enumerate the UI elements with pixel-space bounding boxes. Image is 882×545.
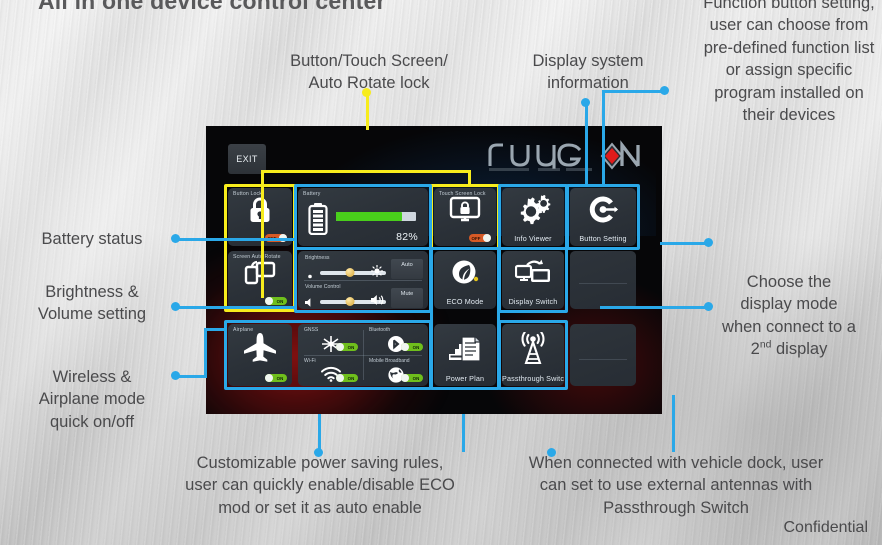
- page-title: All in one device control center: [38, 0, 386, 14]
- callout-passthrough: When connected with vehicle dock, user c…: [490, 452, 862, 519]
- connector-passthrough-v2: [672, 395, 675, 452]
- connector-fn-right-dot: [704, 238, 713, 247]
- connector-info-dot: [581, 98, 590, 107]
- ruggon-logo: [486, 140, 648, 172]
- highlight-wireless: [224, 320, 432, 390]
- connector-wireless-h2: [204, 328, 226, 331]
- highlight-touch-lock: [430, 184, 500, 250]
- callout-line: When connected with vehicle dock, user: [528, 454, 824, 472]
- connector-eco-dot: [314, 448, 323, 457]
- connector-lock-dot: [362, 88, 371, 97]
- highlight-passthrough: [498, 320, 568, 390]
- highlight-display-switch: [498, 247, 568, 313]
- connector-display-mode-dot: [704, 302, 713, 311]
- callout-line: Passthrough Switch: [603, 498, 749, 517]
- callout-line: Display system: [532, 52, 644, 70]
- connector-fn-right: [660, 242, 708, 245]
- connector-brightness-dot: [171, 302, 180, 311]
- highlight-lock-group: [224, 184, 296, 312]
- callout-line: Wireless &: [52, 368, 132, 386]
- callout-line: user can quickly enable/disable ECO: [185, 476, 455, 495]
- display-mode-ordinal-word: display: [771, 340, 828, 359]
- callout-line: display mode: [740, 295, 838, 314]
- callout-line: when connect to a: [722, 317, 856, 336]
- connector-info-stem: [585, 102, 588, 186]
- empty-slot-divider: [579, 283, 627, 285]
- connector-passthrough-dot: [547, 448, 556, 457]
- callout-brightness-volume: Brightness & Volume setting: [10, 281, 174, 326]
- connector-fn-dot: [660, 86, 669, 95]
- tile-empty-slot-1[interactable]: [570, 251, 636, 309]
- callout-battery-status: Battery status: [41, 230, 143, 248]
- callout-line: Volume setting: [37, 305, 147, 324]
- callout-display-system-information: Display system information: [500, 50, 676, 95]
- device-header: EXIT: [206, 126, 662, 184]
- connector-eco-v: [318, 414, 321, 452]
- callout-line: Button/Touch Screen/: [290, 52, 448, 70]
- callout-line: quick on/off: [49, 412, 135, 431]
- connector-display-mode: [600, 306, 708, 309]
- connector-wireless-dot: [171, 371, 180, 380]
- callout-line: can set to use external antennas with: [539, 476, 813, 495]
- highlight-info-viewer: [498, 184, 568, 250]
- display-mode-ordinal-number: 2: [750, 340, 760, 359]
- connector-passthrough-v1: [462, 414, 465, 452]
- callout-display-mode: Choose the display mode when connect to …: [700, 271, 878, 361]
- highlight-eco-power: [430, 247, 500, 390]
- connector-fn-h1: [602, 90, 664, 93]
- highlight-battery: [294, 184, 432, 250]
- connector-lock-left: [261, 170, 264, 298]
- confidential-marker: Confidential: [783, 519, 869, 536]
- callout-line: 2nd display: [700, 338, 878, 360]
- callout-line: Choose the: [746, 273, 832, 291]
- callout-function-button-setting: Function button setting, user can choose…: [703, 0, 875, 125]
- callout-eco-power-saving: Customizable power saving rules, user ca…: [155, 452, 485, 519]
- connector-lock-top: [261, 170, 471, 173]
- connector-lock-right: [468, 170, 471, 186]
- callout-wireless-airplane: Wireless & Airplane mode quick on/off: [10, 366, 174, 433]
- connector-brightness: [175, 306, 295, 309]
- callout-line: Brightness &: [45, 283, 139, 301]
- connector-battery: [175, 238, 295, 241]
- connector-fn-v: [602, 90, 605, 186]
- display-mode-ordinal-suffix: nd: [759, 339, 772, 351]
- tile-empty-slot-2[interactable]: [570, 324, 636, 386]
- connector-wireless-v: [204, 328, 207, 378]
- empty-slot-divider: [579, 358, 627, 360]
- connector-battery-dot: [171, 234, 180, 243]
- highlight-sliders: [294, 247, 432, 313]
- highlight-button-setting: [566, 184, 640, 250]
- connector-lock-stem: [366, 92, 369, 130]
- callout-line: Airplane mode: [38, 390, 146, 409]
- callout-line: mod or set it as auto enable: [218, 498, 422, 517]
